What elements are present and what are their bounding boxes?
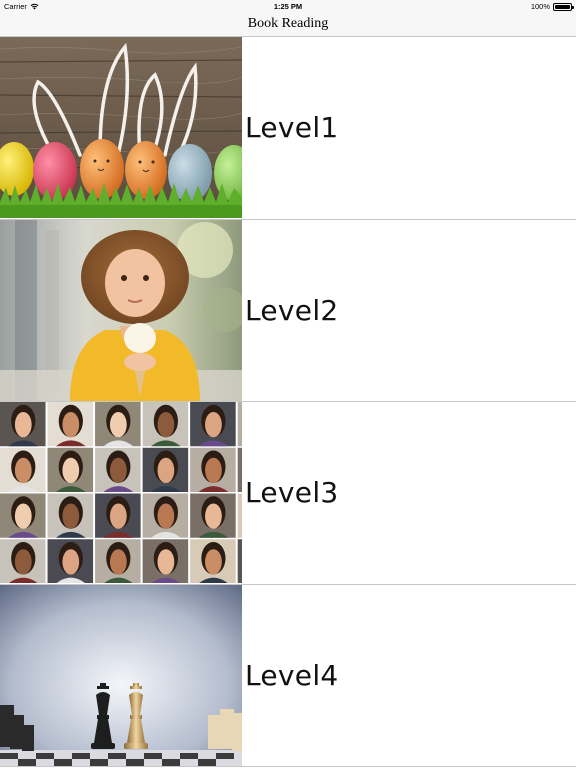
battery-percent: 100% — [530, 2, 550, 11]
level-row-2[interactable]: Level2 — [0, 219, 576, 402]
battery-icon — [553, 2, 574, 11]
page-title: Book Reading — [247, 16, 329, 31]
level-label-4: Level4 — [245, 658, 339, 692]
battery-indicator: 100% — [530, 2, 574, 11]
status-time: 1:25 PM — [273, 2, 303, 11]
level-label-2: Level2 — [245, 293, 339, 327]
status-bar: Carrier 1:25 PM 100% — [0, 0, 576, 14]
chess-kings-image — [0, 584, 242, 766]
navigation-bar: Book Reading — [0, 14, 576, 37]
level-label-3: Level3 — [245, 476, 339, 509]
level-list: Level1 Level2 Level3 Level4 — [0, 37, 576, 767]
faces-collage-image — [0, 402, 242, 583]
girl-with-ice-cream-image — [0, 219, 242, 401]
level-row-4[interactable]: Level4 — [0, 584, 576, 767]
level-row-3[interactable]: Level3 — [0, 402, 576, 585]
level-row-1[interactable]: Level1 — [0, 37, 576, 220]
level-label-1: Level1 — [245, 111, 339, 144]
easter-eggs-bunny-ears-image — [0, 37, 242, 218]
